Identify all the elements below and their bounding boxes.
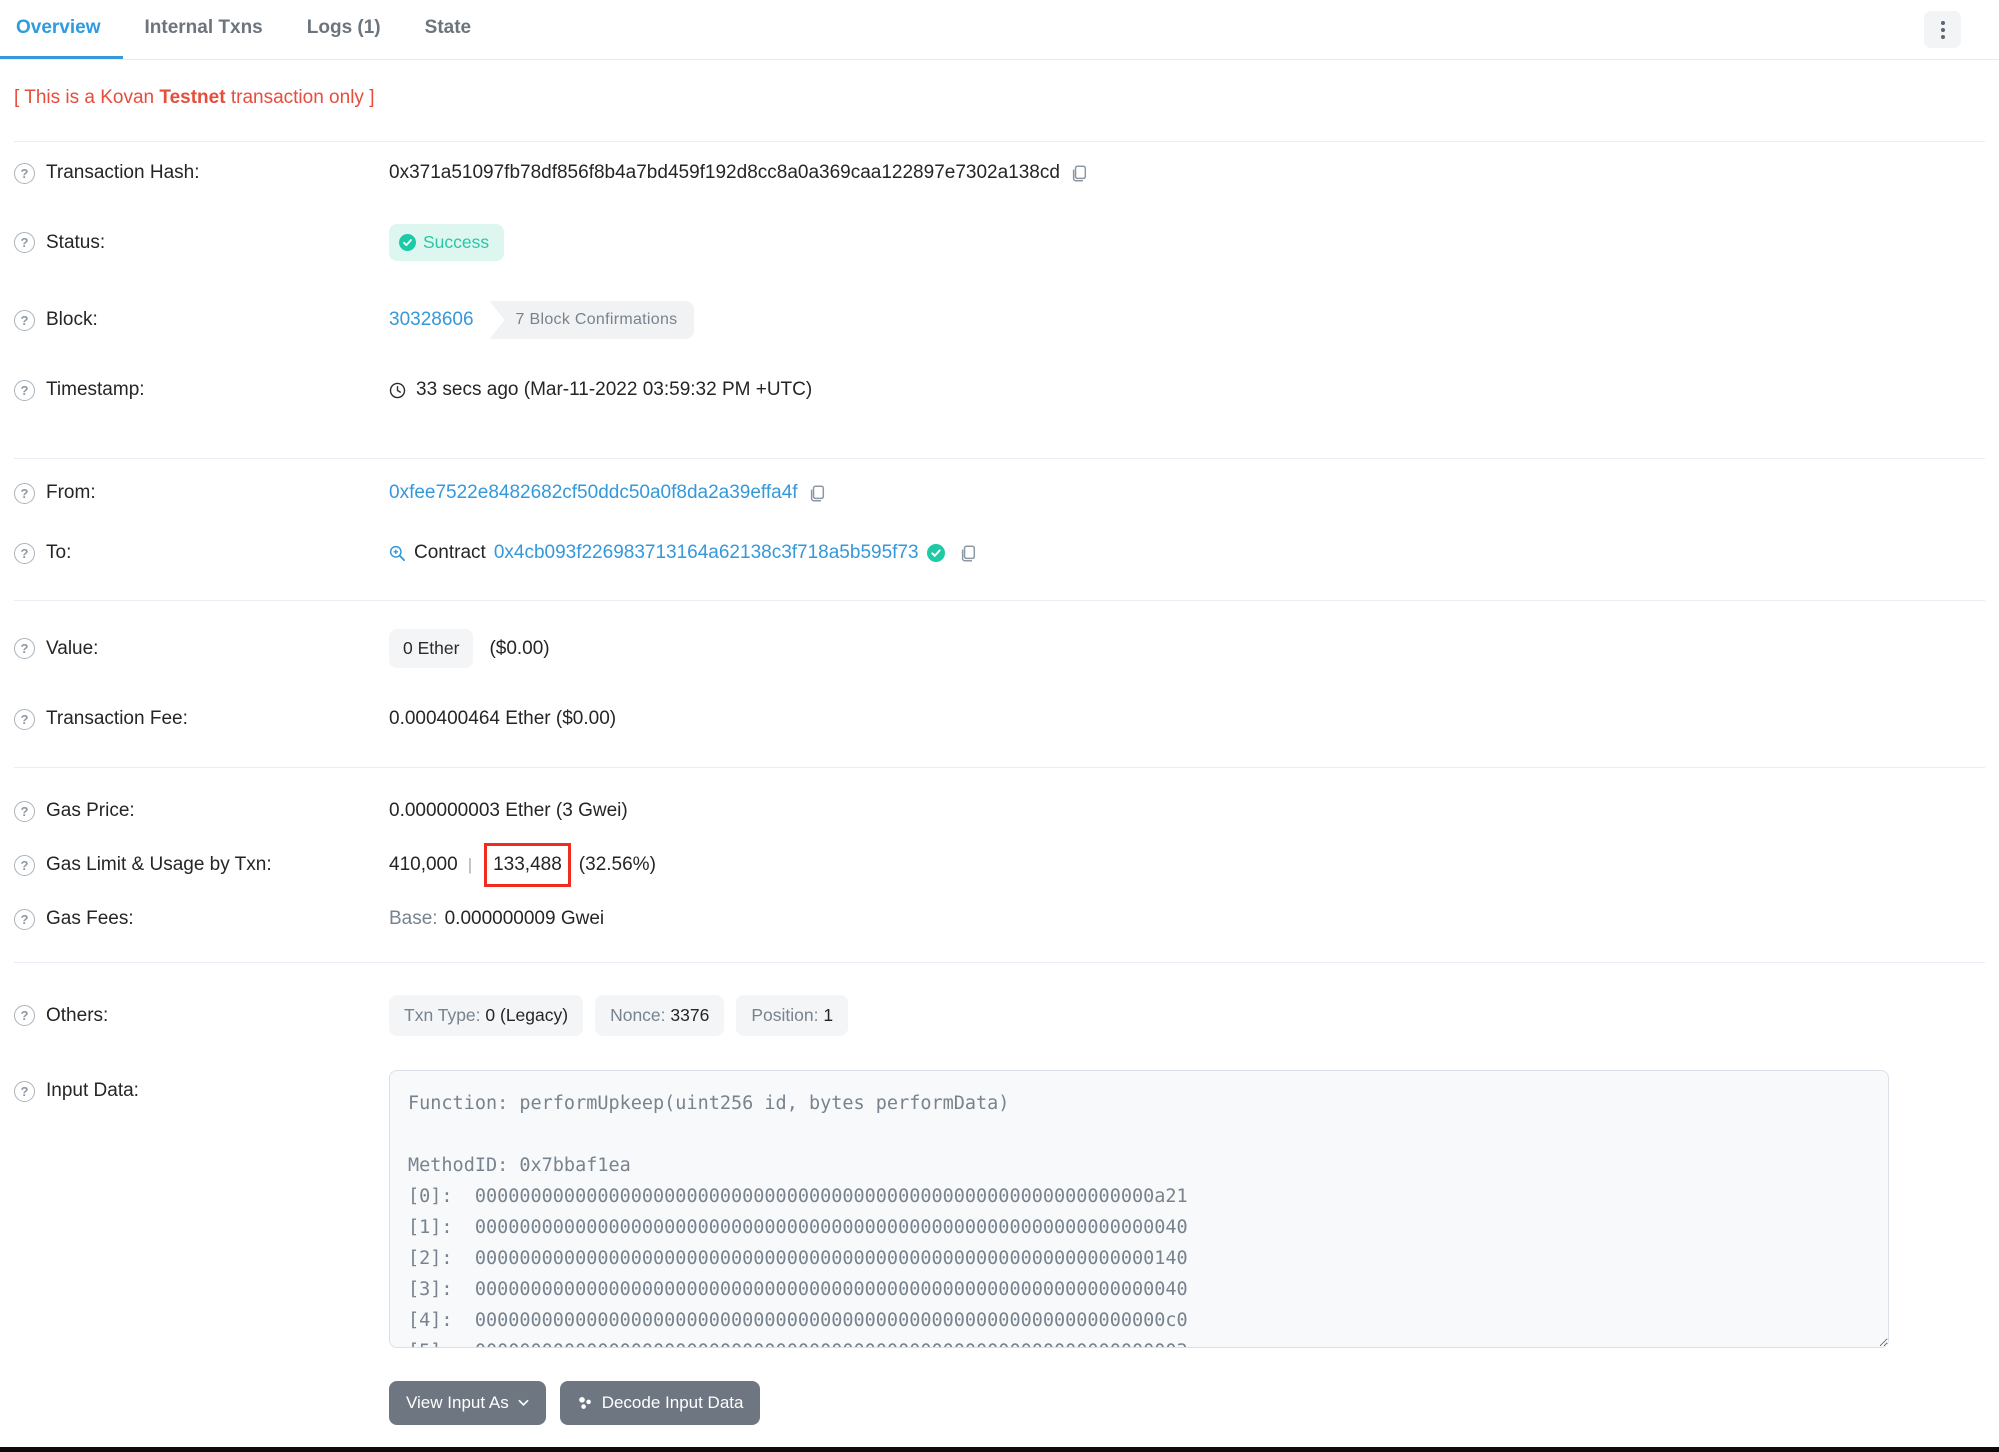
transaction-fee-row: ? Transaction Fee: 0.000400464 Ether ($0… <box>0 688 1999 750</box>
gas-fees-row: ? Gas Fees: Base: 0.000000009 Gwei <box>0 890 1999 948</box>
gas-price-label: Gas Price: <box>46 800 135 821</box>
status-text: Success <box>423 232 490 252</box>
copy-icon[interactable] <box>1070 165 1087 182</box>
transaction-hash-value: 0x371a51097fb78df856f8b4a7bd459f192d8cc8… <box>389 162 1060 183</box>
help-icon[interactable]: ? <box>14 638 35 659</box>
gas-price-value: 0.000000003 Ether (3 Gwei) <box>389 800 628 821</box>
gas-fees-base-label: Base: <box>389 908 438 929</box>
block-confirmations-badge: 7 Block Confirmations <box>489 301 695 339</box>
testnet-notice-rest: transaction only ] <box>225 87 375 108</box>
tab-state-label: State <box>424 17 472 38</box>
block-row: ? Block: 30328606 7 Block Confirmations <box>0 281 1999 359</box>
gas-limit-value: 410,000 <box>389 854 458 875</box>
nonce-badge: Nonce: 3376 <box>595 995 725 1036</box>
others-row: ? Others: Txn Type: 0 (Legacy) Nonce: 33… <box>0 975 1999 1056</box>
kebab-menu-icon[interactable] <box>1924 11 1961 48</box>
help-icon[interactable]: ? <box>14 908 35 930</box>
from-label: From: <box>46 482 96 503</box>
nonce-value: 3376 <box>670 1005 710 1025</box>
from-address-link[interactable]: 0xfee7522e8482682cf50ddc50a0f8da2a39effa… <box>389 482 798 504</box>
decode-input-data-label: Decode Input Data <box>601 1393 744 1412</box>
help-icon[interactable]: ? <box>14 800 35 822</box>
value-row: ? Value: 0 Ether ($0.00) <box>0 609 1999 688</box>
screen-bottom-edge <box>0 1447 1999 1452</box>
help-icon[interactable]: ? <box>14 854 35 876</box>
gas-fees-label: Gas Fees: <box>46 908 134 929</box>
help-icon[interactable]: ? <box>14 162 35 184</box>
help-icon[interactable]: ? <box>14 708 35 730</box>
help-icon[interactable]: ? <box>14 379 35 401</box>
view-input-as-label: View Input As <box>406 1393 509 1412</box>
tab-internal-txns-label: Internal Txns <box>144 17 263 38</box>
timestamp-value: 33 secs ago (Mar-11-2022 03:59:32 PM +UT… <box>416 379 813 400</box>
help-icon[interactable]: ? <box>14 542 35 564</box>
tab-bar: Overview Internal Txns Logs (1) State <box>0 0 1999 60</box>
check-circle-icon <box>399 234 416 251</box>
timestamp-row: ? Timestamp: 33 secs ago (Mar-11-2022 03… <box>0 359 1999 421</box>
tab-internal-txns[interactable]: Internal Txns <box>123 0 285 59</box>
help-icon[interactable]: ? <box>14 232 35 253</box>
testnet-notice-text: [ This is a Kovan <box>14 87 160 108</box>
tab-state[interactable]: State <box>403 0 493 59</box>
gas-limit-separator: | <box>467 855 473 874</box>
gas-limit-row: ? Gas Limit & Usage by Txn: 410,000 | 13… <box>0 840 1999 890</box>
timestamp-label: Timestamp: <box>46 379 145 400</box>
transaction-fee-label: Transaction Fee: <box>46 708 188 729</box>
clock-icon <box>389 382 406 399</box>
input-data-textarea[interactable]: Function: performUpkeep(uint256 id, byte… <box>389 1070 1889 1348</box>
gas-used-value: 133,488 <box>493 854 562 875</box>
decode-input-data-button[interactable]: Decode Input Data <box>559 1381 761 1425</box>
status-badge: Success <box>389 224 505 261</box>
block-label: Block: <box>46 309 98 330</box>
view-input-as-button[interactable]: View Input As <box>389 1381 546 1425</box>
txn-type-badge: Txn Type: 0 (Legacy) <box>389 995 584 1036</box>
position-value: 1 <box>823 1005 834 1025</box>
gas-fees-base-value: 0.000000009 Gwei <box>444 908 605 929</box>
others-label: Others: <box>46 1004 109 1026</box>
to-contract-word: Contract <box>414 542 486 563</box>
tab-overview-label: Overview <box>16 17 101 38</box>
magnifier-plus-icon[interactable] <box>389 545 406 562</box>
copy-icon[interactable] <box>808 485 825 502</box>
tab-overview[interactable]: Overview <box>0 0 123 59</box>
input-data-label: Input Data: <box>46 1080 139 1101</box>
gas-limit-label: Gas Limit & Usage by Txn: <box>46 854 272 875</box>
position-badge: Position: 1 <box>736 995 849 1036</box>
value-badge: 0 Ether <box>389 629 474 668</box>
status-row: ? Status: Success <box>0 204 1999 281</box>
gas-used-annotation-box: 133,488 <box>484 843 571 887</box>
gas-used-percent: (32.56%) <box>578 854 656 875</box>
testnet-notice-bold: Testnet <box>159 87 226 108</box>
transaction-fee-value: 0.000400464 Ether ($0.00) <box>389 708 617 729</box>
verified-check-icon <box>926 544 945 562</box>
testnet-notice: [ This is a Kovan Testnet transaction on… <box>0 60 1999 141</box>
value-usd: ($0.00) <box>489 637 550 659</box>
tab-logs[interactable]: Logs (1) <box>285 0 403 59</box>
to-row: ? To: Contract 0x4cb093f226983713164a621… <box>0 523 1999 583</box>
help-icon[interactable]: ? <box>14 1080 35 1102</box>
chevron-down-icon <box>518 1399 529 1407</box>
transaction-hash-label: Transaction Hash: <box>46 162 200 183</box>
txn-type-key: Txn Type: <box>404 1005 486 1025</box>
position-key: Position: <box>751 1005 824 1025</box>
help-icon[interactable]: ? <box>14 309 35 331</box>
gas-price-row: ? Gas Price: 0.000000003 Ether (3 Gwei) <box>0 782 1999 840</box>
input-data-row: ? Input Data: Function: performUpkeep(ui… <box>0 1056 1999 1425</box>
from-row: ? From: 0xfee7522e8482682cf50ddc50a0f8da… <box>0 463 1999 523</box>
help-icon[interactable]: ? <box>14 1005 35 1026</box>
block-number-link[interactable]: 30328606 <box>389 309 474 331</box>
tab-logs-label: Logs (1) <box>306 17 381 38</box>
decode-icon <box>578 1397 591 1409</box>
value-label: Value: <box>46 637 99 659</box>
transaction-hash-row: ? Transaction Hash: 0x371a51097fb78df856… <box>0 142 1999 204</box>
nonce-key: Nonce: <box>610 1005 671 1025</box>
to-label: To: <box>46 542 72 563</box>
help-icon[interactable]: ? <box>14 482 35 504</box>
copy-icon[interactable] <box>959 545 976 562</box>
txn-type-value: 0 (Legacy) <box>485 1005 569 1025</box>
to-address-link[interactable]: 0x4cb093f226983713164a62138c3f718a5b595f… <box>494 542 919 564</box>
status-label: Status: <box>46 231 106 253</box>
